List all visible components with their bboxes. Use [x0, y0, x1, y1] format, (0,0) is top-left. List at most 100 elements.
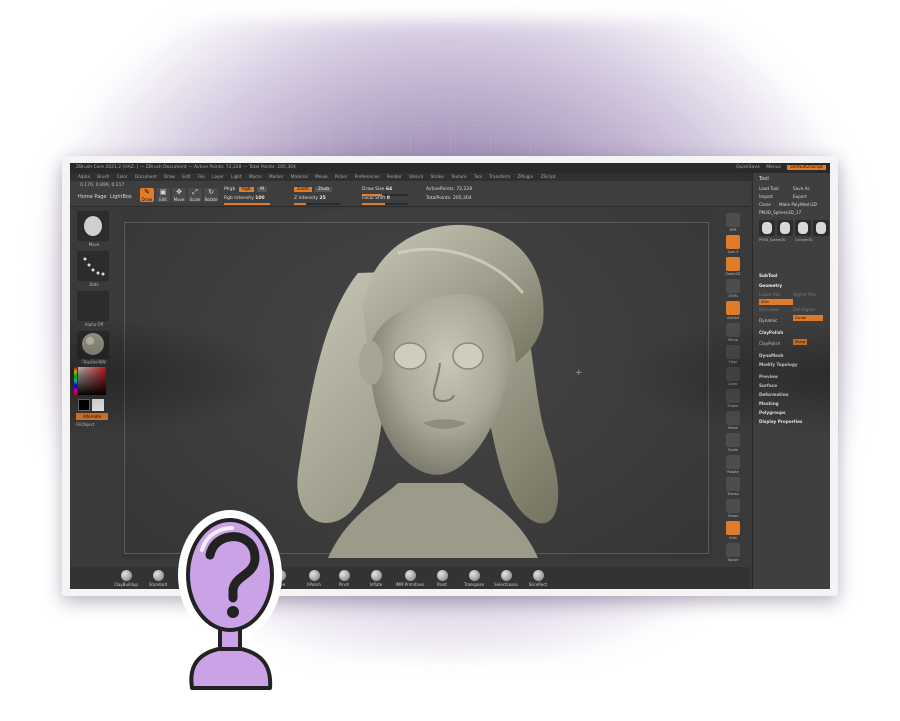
- menu-light[interactable]: Light: [231, 174, 241, 179]
- edit-mode-button[interactable]: ▣ Edit: [156, 188, 170, 202]
- tool-thumb-1[interactable]: [759, 220, 775, 236]
- mrgb-toggle[interactable]: Mrgb: [224, 187, 235, 192]
- menu-edit[interactable]: Edit: [182, 174, 190, 179]
- load-tool-button[interactable]: Load Tool: [759, 186, 779, 191]
- home-page-button[interactable]: Home Page: [78, 194, 106, 200]
- zsub-toggle[interactable]: Zsub: [315, 187, 333, 192]
- main-color-swatch[interactable]: [78, 399, 90, 411]
- default-zscript-button[interactable]: DefaultZScript: [787, 165, 826, 170]
- geometry-section[interactable]: Geometry: [759, 283, 782, 288]
- actual-size-button[interactable]: [726, 279, 740, 293]
- zoom2d-button[interactable]: [726, 257, 740, 271]
- bpr-button[interactable]: [726, 213, 740, 227]
- menu-color[interactable]: Color: [117, 174, 128, 179]
- lower-res-button[interactable]: Lower Res: [759, 292, 780, 297]
- menu-material[interactable]: Material: [291, 174, 308, 179]
- rotate-mode-button[interactable]: ↻ Rotate: [204, 188, 218, 202]
- ghost-button[interactable]: [726, 499, 740, 513]
- aahalf-button[interactable]: [726, 301, 740, 315]
- menu-zscript[interactable]: ZScript: [541, 174, 556, 179]
- tool-thumb-3[interactable]: [795, 220, 811, 236]
- menu-transform[interactable]: Transform: [489, 174, 510, 179]
- scale-view-button[interactable]: [726, 433, 740, 447]
- lightbox-button[interactable]: LightBox: [110, 194, 132, 200]
- zadd-toggle[interactable]: Zadd: [294, 187, 312, 192]
- xpose-button[interactable]: [726, 543, 740, 557]
- subtool-section[interactable]: SubTool: [759, 273, 777, 278]
- menu-preferences[interactable]: Preferences: [355, 174, 380, 179]
- menu-zplugin[interactable]: ZPlugin: [518, 174, 534, 179]
- menu-draw[interactable]: Draw: [164, 174, 175, 179]
- del-lower-button[interactable]: Del Lower: [759, 307, 780, 312]
- sdiv-slider[interactable]: SDiv: [759, 299, 793, 305]
- rgb-toggle[interactable]: Rgb: [238, 187, 254, 192]
- higher-res-button[interactable]: Higher Res: [793, 292, 816, 297]
- draw-mode-button[interactable]: ✎ Draw: [140, 188, 154, 202]
- spix-button[interactable]: [726, 235, 740, 249]
- quicksave-button[interactable]: QuickSave: [736, 165, 760, 170]
- current-tool-name[interactable]: PM3D_Sphere3D_17: [759, 210, 801, 215]
- alternate-button[interactable]: Alternate: [76, 413, 108, 420]
- alpha-thumbnail[interactable]: [77, 291, 109, 321]
- head-sculpt[interactable]: [288, 213, 578, 558]
- hue-strip[interactable]: [74, 367, 77, 395]
- import-button[interactable]: Import: [759, 194, 773, 199]
- move-view-button[interactable]: [726, 411, 740, 425]
- focal-shift-control[interactable]: Focal Shift 0: [362, 196, 390, 201]
- menu-document[interactable]: Document: [135, 174, 157, 179]
- claypolish-button[interactable]: ClayPolish: [759, 341, 780, 346]
- rgb-intensity-slider[interactable]: [224, 203, 270, 205]
- dynamesh-section[interactable]: DynaMesh: [759, 353, 784, 358]
- menu-brush[interactable]: Brush: [97, 174, 109, 179]
- solo-button[interactable]: [726, 521, 740, 535]
- modify-topology-section[interactable]: Modify Topology: [759, 362, 798, 367]
- del-higher-button[interactable]: Del Higher: [793, 307, 815, 312]
- local-button[interactable]: [726, 367, 740, 381]
- save-as-button[interactable]: Save As: [793, 186, 810, 191]
- stroke-thumbnail[interactable]: [77, 251, 109, 281]
- clone-button[interactable]: Clone: [759, 202, 771, 207]
- tool-thumb-4[interactable]: [813, 220, 829, 236]
- rotate-view-button[interactable]: [726, 455, 740, 469]
- dynamic-toggle[interactable]: Dynamic: [759, 318, 777, 323]
- material-thumbnail[interactable]: [77, 331, 109, 361]
- fill-object-button[interactable]: FillObject: [76, 422, 94, 427]
- menus-button[interactable]: Menus: [766, 165, 781, 170]
- m-toggle[interactable]: M: [257, 187, 267, 192]
- preview-section[interactable]: Preview: [759, 374, 778, 379]
- frame-button[interactable]: [726, 389, 740, 403]
- scale-mode-button[interactable]: ⤢ Scale: [188, 188, 202, 202]
- sharp-slider[interactable]: Sharp: [793, 339, 807, 345]
- menu-render[interactable]: Render: [387, 174, 402, 179]
- z-intensity-control[interactable]: Z Intensity 25: [294, 196, 326, 201]
- menu-macro[interactable]: Macro: [249, 174, 262, 179]
- display-properties-section[interactable]: Display Properties: [759, 419, 802, 424]
- menu-marker[interactable]: Marker: [269, 174, 283, 179]
- rgb-intensity-control[interactable]: Rgb Intensity 100: [224, 196, 265, 201]
- color-picker[interactable]: [78, 367, 106, 395]
- menu-alpha[interactable]: Alpha: [78, 174, 90, 179]
- transp-button[interactable]: [726, 477, 740, 491]
- make-polymesh-button[interactable]: Make PolyMesh3D: [779, 202, 817, 207]
- menu-movie[interactable]: Movie: [315, 174, 327, 179]
- surface-section[interactable]: Surface: [759, 383, 777, 388]
- focal-shift-slider[interactable]: [362, 203, 408, 205]
- export-button[interactable]: Export: [793, 194, 807, 199]
- menu-tool[interactable]: Tool: [474, 174, 482, 179]
- floor-button[interactable]: [726, 345, 740, 359]
- polygroups-section[interactable]: Polygroups: [759, 410, 786, 415]
- deformation-section[interactable]: Deformation: [759, 392, 789, 397]
- z-intensity-slider[interactable]: [294, 203, 340, 205]
- menu-layer[interactable]: Layer: [212, 174, 224, 179]
- secondary-color-swatch[interactable]: [92, 399, 104, 411]
- brush-thumbnail[interactable]: [77, 211, 109, 241]
- draw-size-control[interactable]: Draw Size 64: [362, 187, 392, 192]
- menu-stencil[interactable]: Stencil: [409, 174, 423, 179]
- masking-section[interactable]: Masking: [759, 401, 779, 406]
- menu-texture[interactable]: Texture: [451, 174, 466, 179]
- divide-button[interactable]: Divide: [793, 315, 823, 321]
- claypolish-section[interactable]: ClayPolish: [759, 330, 783, 335]
- slice-rect-tool[interactable]: SliceRect: [518, 570, 558, 587]
- move-mode-button[interactable]: ✥ Move: [172, 188, 186, 202]
- persp-button[interactable]: [726, 323, 740, 337]
